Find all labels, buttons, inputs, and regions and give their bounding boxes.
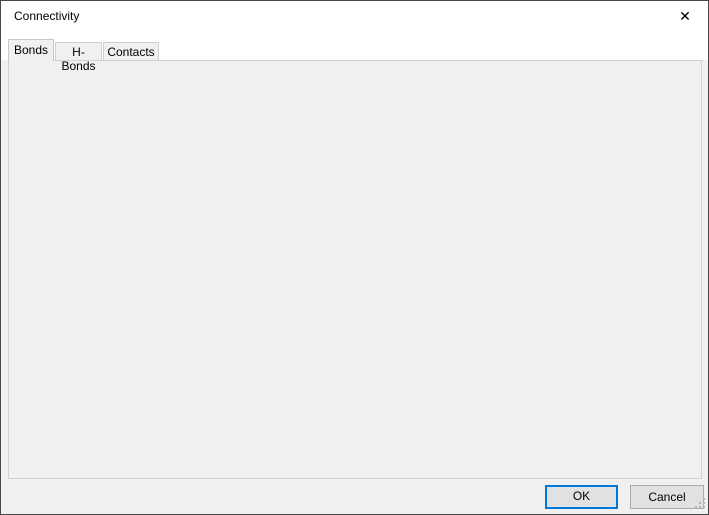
tab-contacts[interactable]: Contacts bbox=[103, 42, 159, 60]
tab-bonds-label: Bonds bbox=[14, 43, 48, 57]
resize-grip-icon[interactable] bbox=[695, 498, 706, 512]
title-bar: Connectivity bbox=[1, 1, 708, 31]
tab-bonds[interactable]: Bonds bbox=[8, 39, 54, 61]
close-button[interactable]: ✕ bbox=[662, 1, 708, 31]
connectivity-dialog: Connectivity ✕ Bonds H-Bonds Contacts Se… bbox=[0, 0, 709, 515]
window-title: Connectivity bbox=[14, 9, 79, 23]
tab-h-bonds-label: H-Bonds bbox=[61, 45, 95, 73]
ok-button[interactable]: OK bbox=[545, 485, 618, 509]
cancel-button[interactable]: Cancel bbox=[630, 485, 704, 509]
bonds-tab-page bbox=[8, 60, 702, 479]
close-icon: ✕ bbox=[679, 8, 691, 24]
tab-h-bonds[interactable]: H-Bonds bbox=[55, 42, 102, 60]
tab-contacts-label: Contacts bbox=[107, 45, 154, 59]
